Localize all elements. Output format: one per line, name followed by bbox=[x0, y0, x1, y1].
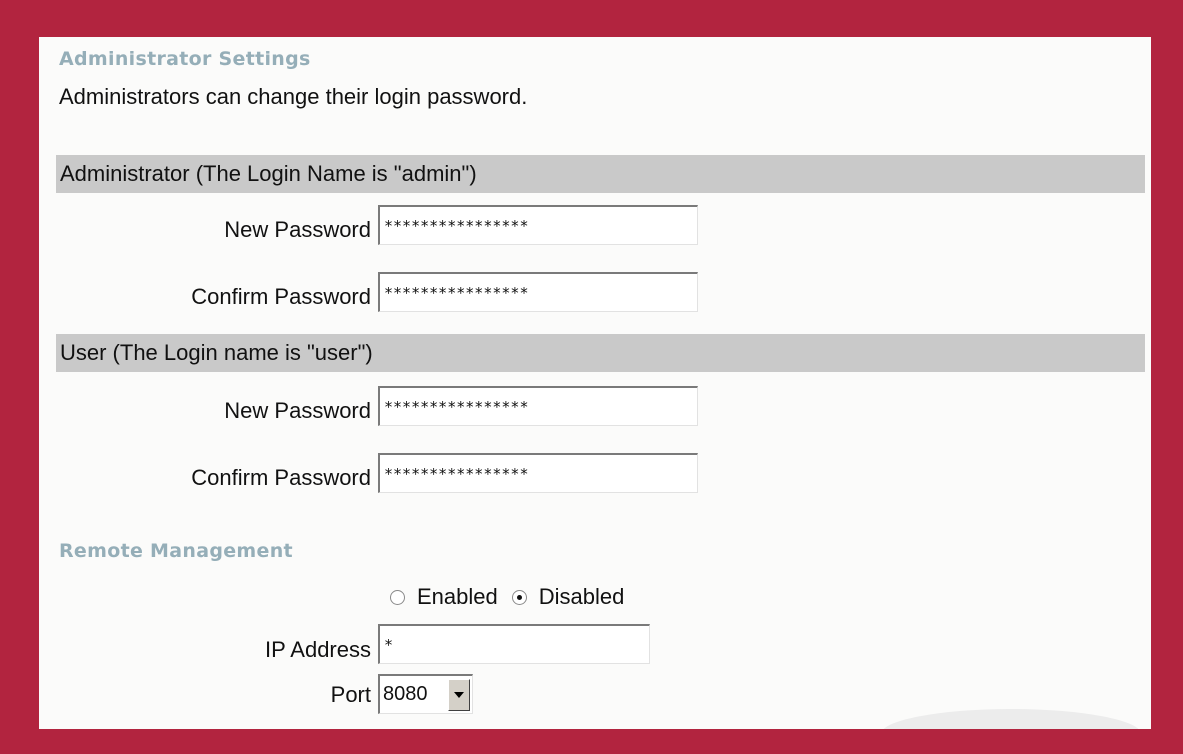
ip-address-input[interactable] bbox=[378, 624, 650, 664]
admin-confirm-password-input[interactable] bbox=[378, 272, 698, 312]
port-label: Port bbox=[330, 682, 371, 707]
remote-enabled-label: Enabled bbox=[417, 584, 498, 609]
admin-settings-description: Administrators can change their login pa… bbox=[59, 84, 528, 109]
chevron-down-icon bbox=[454, 691, 464, 698]
admin-settings-title: Administrator Settings bbox=[59, 48, 311, 70]
user-group-header: User (The Login name is "user") bbox=[56, 334, 1145, 372]
port-dropdown-button[interactable] bbox=[448, 678, 470, 711]
user-new-password-label: New Password bbox=[224, 398, 371, 423]
user-confirm-password-label: Confirm Password bbox=[191, 465, 371, 490]
admin-settings-panel: Administrator Settings Administrators ca… bbox=[39, 37, 1151, 729]
remote-disabled-label: Disabled bbox=[538, 584, 625, 609]
port-select[interactable]: 8080 bbox=[378, 674, 473, 714]
admin-new-password-input[interactable] bbox=[378, 205, 698, 245]
ip-address-label: IP Address bbox=[265, 637, 371, 662]
administrator-group-header: Administrator (The Login Name is "admin"… bbox=[56, 155, 1145, 193]
faded-watermark-shape bbox=[881, 709, 1141, 729]
remote-disabled-radio[interactable] bbox=[511, 589, 527, 605]
remote-management-radio-group: Enabled Disabled bbox=[390, 584, 638, 610]
admin-new-password-label: New Password bbox=[224, 217, 371, 242]
user-confirm-password-input[interactable] bbox=[378, 453, 698, 493]
remote-management-title: Remote Management bbox=[59, 540, 293, 562]
remote-enabled-radio[interactable] bbox=[390, 589, 405, 605]
admin-confirm-password-label: Confirm Password bbox=[191, 284, 371, 309]
port-select-value: 8080 bbox=[383, 683, 428, 705]
user-new-password-input[interactable] bbox=[378, 386, 698, 426]
